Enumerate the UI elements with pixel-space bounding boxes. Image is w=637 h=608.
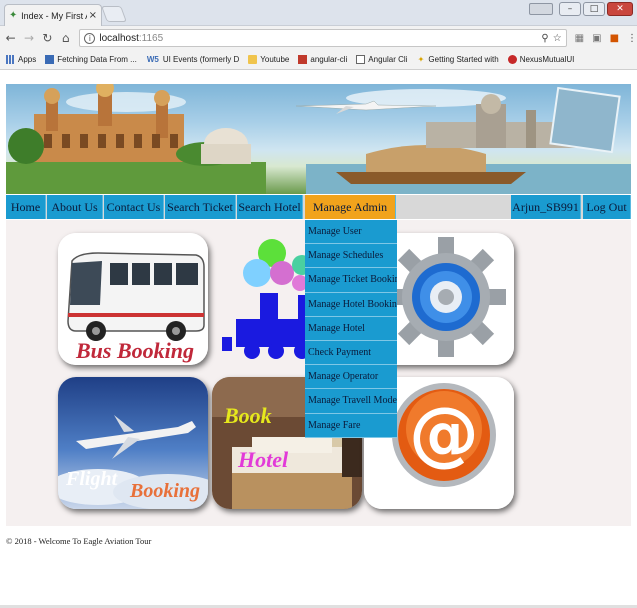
- angular-icon: ✦: [417, 55, 425, 64]
- menu-manage-schedules[interactable]: Manage Schedules: [305, 244, 397, 269]
- bookmarks-bar: Apps Fetching Data From ... W5 UI Events …: [0, 50, 637, 70]
- profile-icon[interactable]: [529, 3, 553, 15]
- hotel-label: Hotel: [237, 447, 289, 472]
- bookmark-getting-started[interactable]: ✦ Getting Started with: [416, 55, 499, 64]
- apps-icon: [6, 55, 15, 64]
- menu-manage-user[interactable]: Manage User: [305, 220, 397, 245]
- minimize-button[interactable]: –: [559, 2, 581, 16]
- ws-icon: W5: [146, 55, 159, 64]
- bus-booking-label: Bus Booking: [75, 338, 194, 363]
- menu-manage-ticket-booking[interactable]: Manage Ticket Booking: [305, 268, 397, 293]
- page-favicon-icon: ✦: [9, 9, 18, 21]
- menu-manage-hotel-booking[interactable]: Manage Hotel Booking: [305, 293, 397, 317]
- home-icon[interactable]: ⌂: [58, 31, 73, 45]
- bookmark-youtube[interactable]: Youtube: [248, 55, 289, 64]
- window-controls: – □ ✕: [529, 2, 633, 16]
- nav-home[interactable]: Home: [6, 195, 46, 219]
- menu-icon[interactable]: ⋮: [627, 33, 637, 44]
- tab-title: Index - My First Applicati: [21, 10, 87, 21]
- flight-booking-tile[interactable]: Flight Booking: [58, 377, 208, 509]
- mail-icon: [298, 55, 308, 64]
- bus-booking-tile[interactable]: Bus Booking: [58, 233, 208, 365]
- nav-manage-admin[interactable]: Manage Admin: [305, 195, 396, 219]
- menu-manage-hotel[interactable]: Manage Hotel: [305, 317, 397, 341]
- url-port: :1165: [138, 32, 164, 44]
- main-navbar: Home About Us Contact Us Search Ticket S…: [6, 195, 631, 219]
- url-host: localhost: [99, 32, 139, 44]
- address-bar: ← → ↻ ⌂ i localhost:1165 ⚲ ☆ ▦ ▣ ■ ⋮: [0, 26, 637, 50]
- book-label: Book: [223, 403, 272, 428]
- bookmark-ui-events[interactable]: W5 UI Events (formerly D: [146, 55, 239, 64]
- reload-icon[interactable]: ↻: [40, 31, 55, 45]
- flight-label: Flight: [65, 468, 119, 490]
- bookmark-apps[interactable]: Apps: [6, 55, 36, 64]
- bookmark-angular-cli[interactable]: angular-cli: [298, 55, 347, 64]
- bookmark-angular-cli-doc[interactable]: Angular Cli: [356, 55, 407, 64]
- manage-admin-dropdown: Manage User Manage Schedules Manage Tick…: [305, 220, 397, 438]
- menu-manage-fare[interactable]: Manage Fare: [305, 414, 397, 438]
- back-icon[interactable]: ←: [3, 31, 18, 45]
- nav-about-us[interactable]: About Us: [47, 195, 103, 219]
- nav-log-out[interactable]: Log Out: [583, 195, 631, 219]
- extension-icon[interactable]: ▦: [575, 33, 584, 44]
- fetch-icon: [45, 55, 55, 64]
- header-banner-image: [6, 84, 631, 194]
- tab-close-icon[interactable]: ×: [89, 10, 97, 21]
- maximize-button[interactable]: □: [583, 2, 605, 16]
- menu-manage-operator[interactable]: Manage Operator: [305, 365, 397, 390]
- extension-icon[interactable]: ▣: [592, 33, 601, 44]
- menu-check-payment[interactable]: Check Payment: [305, 341, 397, 366]
- page-body: Home About Us Contact Us Search Ticket S…: [0, 71, 637, 608]
- close-window-button[interactable]: ✕: [607, 2, 633, 16]
- doc-icon: [356, 55, 366, 64]
- nav-user[interactable]: Arjun_SB991: [511, 195, 581, 219]
- new-tab-button[interactable]: [101, 6, 127, 22]
- browser-title-bar: ✦ Index - My First Applicati × – □ ✕: [0, 0, 637, 26]
- bookmark-nexus[interactable]: NexusMutualUI: [507, 55, 574, 64]
- nav-search-ticket[interactable]: Search Ticket: [165, 195, 236, 219]
- bookmark-star-icon[interactable]: ☆: [553, 33, 562, 44]
- browser-tab[interactable]: ✦ Index - My First Applicati ×: [4, 4, 102, 26]
- nav-search-hotel[interactable]: Search Hotel: [237, 195, 303, 219]
- nav-contact-us[interactable]: Contact Us: [104, 195, 164, 219]
- footer-text: © 2018 - Welcome To Eagle Aviation Tour: [6, 536, 152, 546]
- forward-icon[interactable]: →: [21, 31, 36, 45]
- site-info-icon[interactable]: i: [84, 32, 96, 44]
- url-input[interactable]: i localhost:1165 ⚲ ☆: [79, 29, 567, 47]
- bookmark-fetching[interactable]: Fetching Data From ...: [45, 55, 137, 64]
- menu-manage-travel-mode[interactable]: Manage Travell Mode: [305, 389, 397, 414]
- extension-icon[interactable]: ■: [610, 33, 619, 44]
- booking-label: Booking: [129, 480, 200, 502]
- nexus-icon: [507, 55, 517, 64]
- at-sign: @: [409, 392, 479, 474]
- folder-icon: [248, 55, 258, 64]
- key-icon[interactable]: ⚲: [541, 33, 548, 44]
